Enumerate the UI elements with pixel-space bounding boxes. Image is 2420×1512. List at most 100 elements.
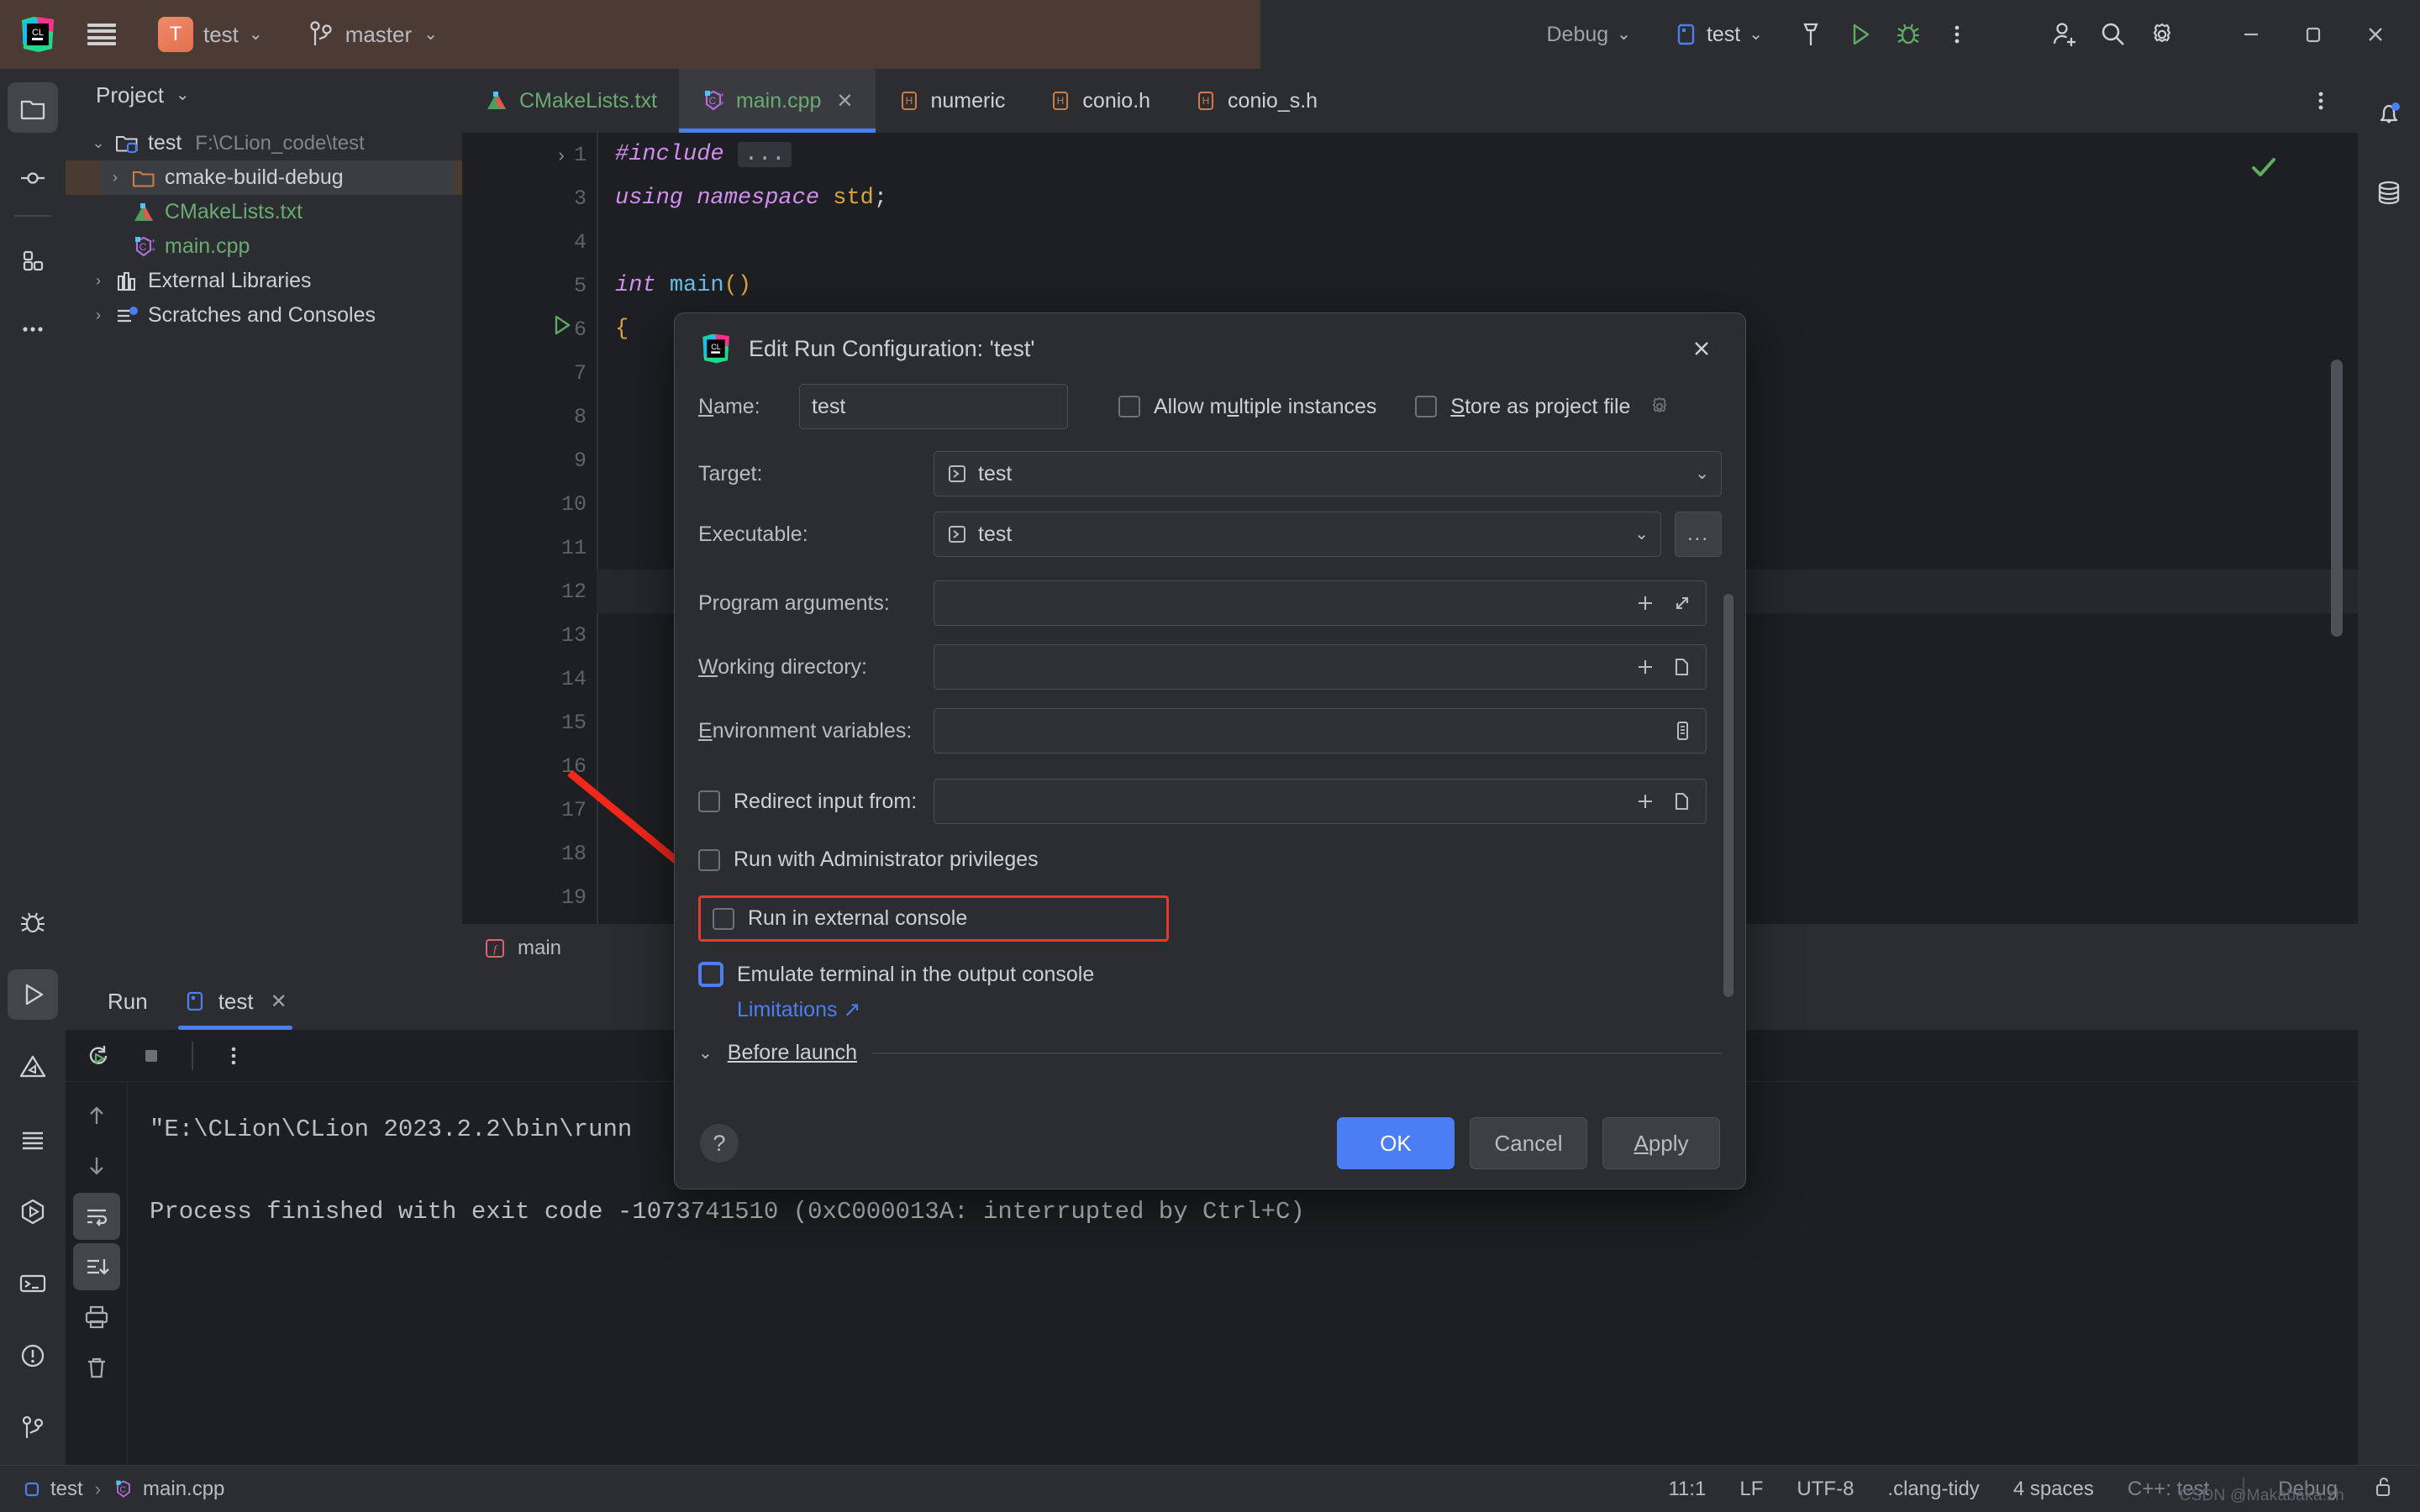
sidebar-item-todo[interactable] [8,1114,58,1164]
scroll-to-end-button[interactable] [72,1243,120,1290]
folded-region[interactable]: ... [737,142,792,167]
limitations-link[interactable]: Limitations ↗ [737,997,1722,1022]
sidebar-item-more[interactable] [8,304,58,354]
plus-icon[interactable] [1634,655,1657,679]
editor-gutter[interactable]: 1 3 4 5 6 7 8 9 10 11 12 13 14 15 16 17 … [462,133,597,973]
sidebar-item-commit[interactable] [8,153,58,203]
more-actions-button[interactable] [1933,10,1981,59]
close-icon[interactable]: ✕ [271,990,287,1014]
sidebar-item-problems[interactable] [8,1042,58,1092]
working-directory-input[interactable] [934,644,1707,690]
debug-mode-selector[interactable]: Debug ⌄ [1537,18,1641,52]
dialog-close-button[interactable] [1678,325,1725,372]
settings-button[interactable] [2138,10,2186,59]
run-more-options-button[interactable] [210,1032,257,1079]
dialog-scrollbar[interactable] [1723,594,1733,997]
status-breadcrumb-file[interactable]: C main.cpp [113,1478,224,1501]
tab-close-icon[interactable]: ✕ [836,89,853,113]
chevron-down-icon[interactable]: ⌄ [698,1045,713,1062]
sidebar-item-run[interactable] [8,969,58,1020]
gear-icon[interactable] [1647,394,1672,419]
help-button[interactable]: ? [700,1124,739,1163]
tab-conio-s-h[interactable]: H conio_s.h [1172,69,1339,133]
twisty-right-icon[interactable]: › [84,272,113,290]
run-tab-test[interactable]: test ✕ [166,973,304,1030]
target-combobox[interactable]: test ⌄ [934,451,1722,496]
vcs-branch-widget[interactable]: master ⌄ [308,20,438,49]
run-gutter-icon[interactable] [546,312,576,342]
tree-node-scratches[interactable]: › Scratches and Consoles [66,298,462,333]
editor-tab-overflow[interactable] [2306,69,2358,133]
allow-multiple-instances-checkbox[interactable]: Allow multiple instances [1118,395,1376,419]
account-button[interactable] [2040,10,2089,59]
executable-combobox[interactable]: test ⌄ [934,512,1661,557]
run-button[interactable] [1835,10,1884,59]
environment-variables-input[interactable] [934,708,1707,753]
indentation-setting[interactable]: 4 spaces [2013,1478,2094,1501]
file-encoding[interactable]: UTF-8 [1797,1478,1854,1501]
inspection-status-icon[interactable] [2247,151,2281,189]
run-external-console-checkbox[interactable]: Run in external console [713,906,967,931]
before-launch-section[interactable]: ⌄ Before launch [675,1041,1745,1065]
folder-icon[interactable] [1670,790,1694,813]
cancel-button[interactable]: Cancel [1470,1117,1587,1169]
tab-main-cpp[interactable]: C + + main.cpp ✕ [678,69,876,133]
tree-node-external-libraries[interactable]: › External Libraries [66,264,462,298]
tab-numeric[interactable]: H numeric [876,69,1028,133]
sidebar-item-terminal[interactable] [8,1258,58,1309]
print-button[interactable] [73,1294,120,1341]
redirect-input-field[interactable] [934,779,1707,824]
sidebar-item-database[interactable] [2364,168,2414,218]
folder-icon[interactable] [1670,655,1694,679]
plus-icon[interactable] [1634,790,1657,813]
project-widget[interactable]: T test ⌄ [150,13,271,55]
run-configuration-selector[interactable]: test ⌄ [1663,15,1773,54]
sidebar-item-debug[interactable] [8,897,58,948]
scroll-up-button[interactable] [73,1092,120,1139]
twisty-down-icon[interactable]: ⌄ [84,134,113,152]
editor-scrollbar[interactable] [2331,360,2343,637]
close-window-button[interactable] [2344,0,2407,69]
maximize-window-button[interactable] [2282,0,2344,69]
program-arguments-input[interactable] [934,580,1707,626]
plus-icon[interactable] [1634,591,1657,615]
tree-node-cmakelists[interactable]: CMakeLists.txt [66,195,462,229]
caret-position[interactable]: 11:1 [1668,1478,1706,1501]
line-separator[interactable]: LF [1739,1478,1763,1501]
clang-tidy-status[interactable]: .clang-tidy [1887,1478,1979,1501]
run-admin-checkbox[interactable]: Run with Administrator privileges [698,848,1722,872]
tab-cmakelists[interactable]: CMakeLists.txt [462,69,679,133]
sidebar-item-structure[interactable] [8,235,58,286]
hamburger-menu-icon[interactable] [87,24,116,45]
breadcrumb-label[interactable]: main [518,937,561,960]
rerun-button[interactable] [76,1032,123,1079]
tree-node-test[interactable]: ⌄ test F:\CLion_code\test [66,126,462,160]
name-input[interactable]: test [799,384,1068,429]
tree-node-main-cpp[interactable]: C + + main.cpp [66,229,462,264]
sidebar-item-services[interactable] [8,1186,58,1236]
twisty-right-icon[interactable]: › [101,169,129,186]
search-button[interactable] [2089,10,2138,59]
redirect-input-checkbox[interactable]: Redirect input from: [698,790,934,814]
expand-icon[interactable] [1670,591,1694,615]
executable-browse-button[interactable]: ... [1675,512,1722,557]
sidebar-item-version-control[interactable] [8,1403,58,1453]
minimize-window-button[interactable] [2220,0,2282,69]
clear-all-button[interactable] [73,1344,120,1391]
ok-button[interactable]: OK [1337,1117,1455,1169]
unlocked-icon[interactable] [2371,1474,2395,1504]
stop-button[interactable] [128,1032,175,1079]
chevron-down-icon[interactable]: ⌄ [176,87,190,103]
twisty-right-icon[interactable]: › [84,307,113,324]
scroll-down-button[interactable] [73,1142,120,1189]
soft-wrap-button[interactable] [72,1193,120,1240]
tree-node-cmake-build-debug[interactable]: › cmake-build-debug [66,160,462,195]
build-button[interactable] [1786,10,1835,59]
fold-right-icon[interactable]: › [546,144,576,166]
tab-conio-h[interactable]: H conio.h [1027,69,1172,133]
emulate-terminal-checkbox[interactable]: Emulate terminal in the output console [698,962,1722,987]
sidebar-item-notifications[interactable] [8,1331,58,1381]
list-icon[interactable] [1670,719,1694,743]
project-panel-header[interactable]: Project ⌄ [66,69,462,121]
sidebar-item-notifications-right[interactable] [2364,89,2414,139]
